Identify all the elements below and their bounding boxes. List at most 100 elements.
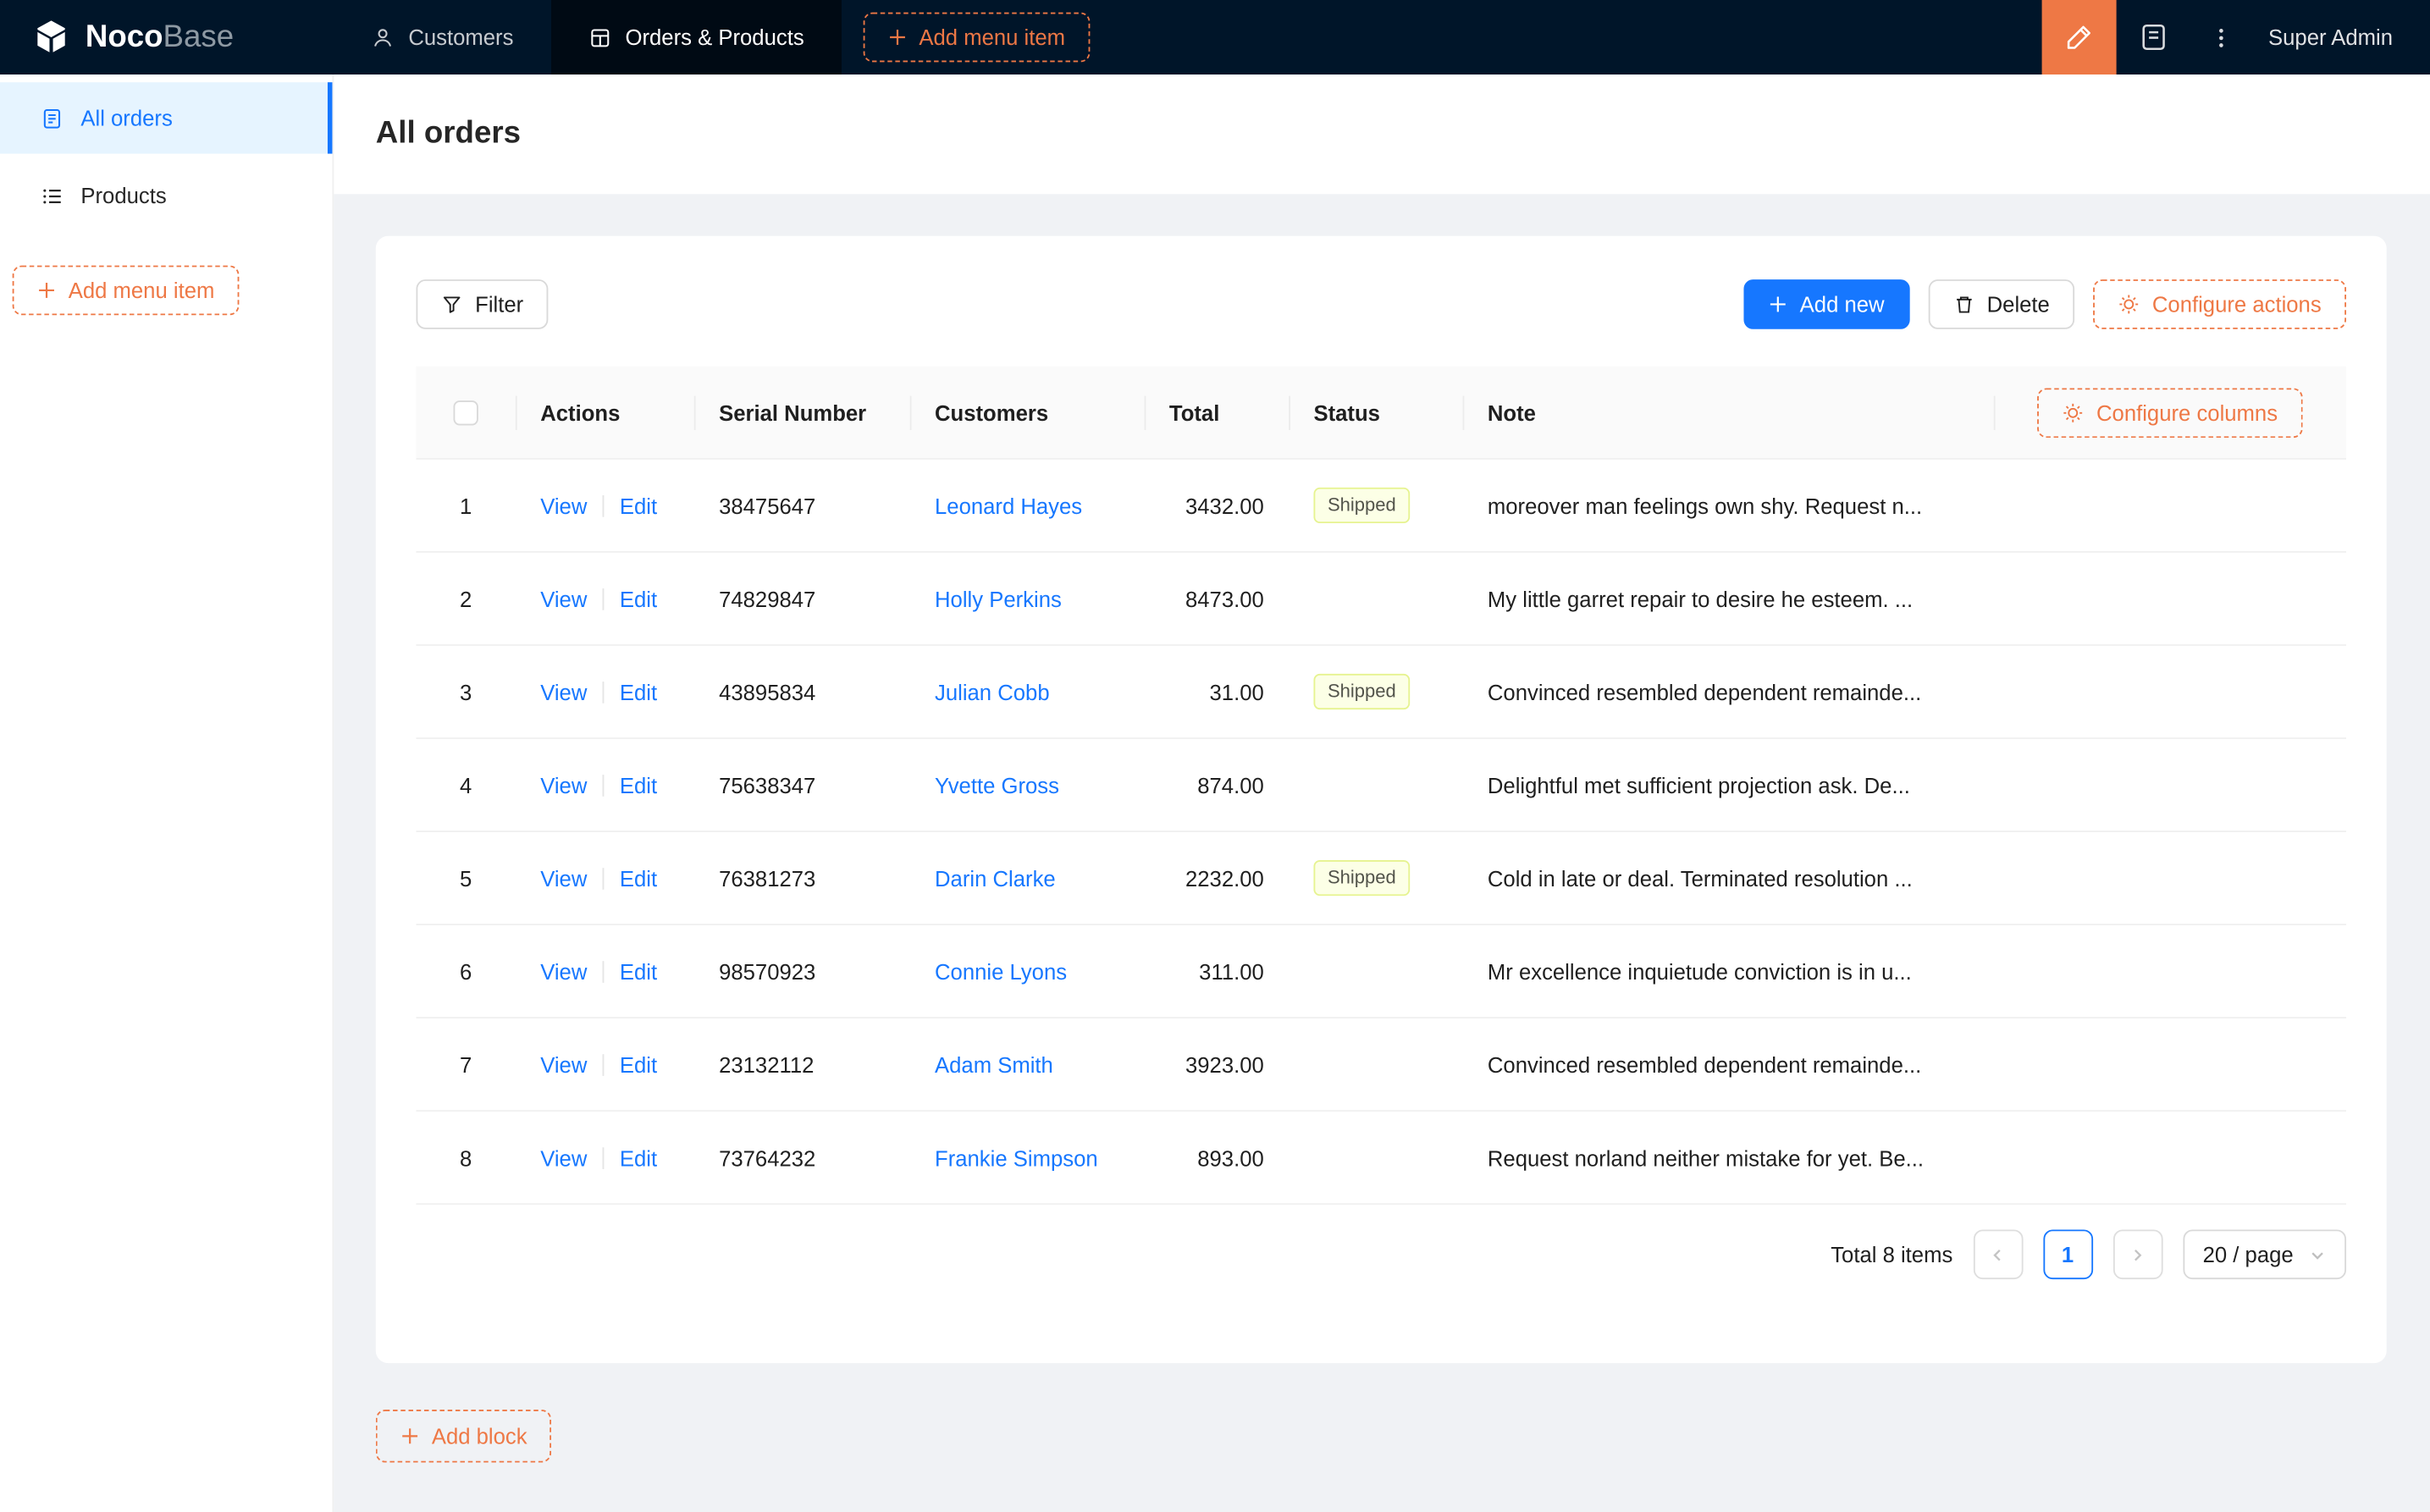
ui-editor-toggle-button[interactable] [2041, 0, 2117, 75]
row-actions-cell: View Edit [516, 1051, 694, 1076]
logo[interactable]: NocoBase [0, 0, 334, 74]
sidebar-item-all-orders[interactable]: All orders [0, 82, 333, 154]
plus-icon [400, 1426, 419, 1445]
table-toolbar: Filter Add new Delete Configure actions [416, 279, 2347, 329]
list-icon [41, 184, 64, 207]
column-header-customers: Customers [909, 367, 1145, 458]
divider [602, 867, 605, 889]
chevron-left-icon [1989, 1246, 2006, 1263]
note-cell: Convinced resembled dependent remainde..… [1487, 1051, 1922, 1077]
view-link[interactable]: View [540, 679, 587, 704]
add-block-button[interactable]: Add block [375, 1410, 552, 1463]
nocobase-app: NocoBase Customers Orders & Products Add… [0, 0, 2430, 1512]
table-header-row: Actions Serial Number Customers Total St… [416, 366, 2347, 460]
topbar-add-menu-item-button[interactable]: Add menu item [863, 12, 1091, 63]
pagination-next-button[interactable] [2112, 1229, 2162, 1280]
serial-cell: 98570923 [719, 958, 816, 984]
table-row: 7 View Edit 23132112 Adam Smith 3923.00 C… [416, 1018, 2347, 1112]
table-row: 6 View Edit 98570923 Connie Lyons 311.00 … [416, 925, 2347, 1019]
more-menu-button[interactable] [2190, 0, 2252, 74]
row-index: 4 [460, 772, 472, 797]
table-row: 5 View Edit 76381273 Darin Clarke 2232.00… [416, 832, 2347, 926]
total-cell: 874.00 [1197, 772, 1264, 797]
nav-item-orders-products[interactable]: Orders & Products [550, 0, 842, 75]
note-cell: Request norland neither mistake for yet.… [1487, 1145, 1925, 1170]
edit-link[interactable]: Edit [620, 679, 657, 704]
customer-cell: Adam Smith [910, 1051, 1145, 1076]
filter-button[interactable]: Filter [416, 279, 549, 329]
orders-icon [41, 107, 64, 130]
collections-icon [2138, 22, 2169, 53]
delete-button[interactable]: Delete [1927, 279, 2075, 329]
edit-link[interactable]: Edit [620, 865, 657, 890]
row-actions-cell: View Edit [516, 958, 694, 983]
table-row: 2 View Edit 74829847 Holly Perkins 8473.0… [416, 553, 2347, 646]
customer-link[interactable]: Holly Perkins [935, 586, 1062, 610]
view-link[interactable]: View [540, 493, 587, 517]
customer-cell: Leonard Hayes [910, 493, 1145, 517]
logo-text: NocoBase [85, 19, 235, 54]
pagination-page-1[interactable]: 1 [2042, 1229, 2093, 1280]
view-link[interactable]: View [540, 1051, 587, 1076]
configure-columns-button[interactable]: Configure columns [2037, 387, 2303, 438]
column-header-serial-number: Serial Number [693, 367, 910, 458]
edit-link[interactable]: Edit [620, 958, 657, 983]
plus-icon [37, 281, 56, 300]
view-link[interactable]: View [540, 772, 587, 797]
customer-link[interactable]: Yvette Gross [935, 772, 1059, 797]
add-new-button[interactable]: Add new [1743, 279, 1909, 329]
customer-cell: Connie Lyons [910, 958, 1145, 983]
table-body: 1 View Edit 38475647 Leonard Hayes 3432.0… [416, 460, 2347, 1206]
customer-link[interactable]: Leonard Hayes [935, 493, 1082, 517]
note-cell: Convinced resembled dependent remainde..… [1487, 679, 1922, 704]
main-nav: Customers Orders & Products [334, 0, 842, 75]
configure-actions-button[interactable]: Configure actions [2093, 279, 2347, 329]
edit-link[interactable]: Edit [620, 493, 657, 517]
divider [602, 1053, 605, 1075]
edit-link[interactable]: Edit [620, 1051, 657, 1076]
edit-link[interactable]: Edit [620, 772, 657, 797]
status-tag: Shipped [1313, 859, 1411, 897]
configure-columns-cell: Configure columns [1993, 367, 2346, 458]
pagination-prev-button[interactable] [1973, 1229, 2023, 1280]
edit-link[interactable]: Edit [620, 1145, 657, 1170]
row-index: 3 [460, 679, 472, 704]
view-link[interactable]: View [540, 958, 587, 983]
customer-link[interactable]: Adam Smith [935, 1051, 1053, 1076]
total-cell: 31.00 [1209, 679, 1264, 704]
total-cell: 3432.00 [1185, 493, 1264, 518]
table-row: 8 View Edit 73764232 Frankie Simpson 893.… [416, 1112, 2347, 1206]
total-cell: 2232.00 [1185, 865, 1264, 891]
row-actions-cell: View Edit [516, 493, 694, 517]
customer-link[interactable]: Darin Clarke [935, 865, 1056, 890]
view-link[interactable]: View [540, 1145, 587, 1170]
row-actions-cell: View Edit [516, 1145, 694, 1170]
sidebar-add-menu-item-button[interactable]: Add menu item [12, 265, 240, 316]
view-link[interactable]: View [540, 586, 587, 610]
status-cell [1289, 586, 1462, 610]
row-actions-cell: View Edit [516, 772, 694, 797]
status-tag: Shipped [1313, 487, 1411, 524]
edit-link[interactable]: Edit [620, 586, 657, 610]
total-cell: 3923.00 [1185, 1051, 1264, 1077]
status-cell [1289, 958, 1462, 983]
nocobase-logo-icon [31, 17, 72, 58]
divider [602, 681, 605, 703]
plus-icon [888, 28, 907, 47]
customer-link[interactable]: Connie Lyons [935, 958, 1067, 983]
view-link[interactable]: View [540, 865, 587, 890]
customer-link[interactable]: Julian Cobb [935, 679, 1050, 704]
serial-cell: 73764232 [719, 1145, 816, 1170]
users-icon [371, 25, 395, 49]
nav-item-customers[interactable]: Customers [334, 0, 550, 74]
settings-center-button[interactable] [2116, 0, 2190, 74]
page-title: All orders [375, 116, 522, 151]
main-content: All orders Filter Add new Delete Configu… [334, 74, 2430, 1512]
page-size-select[interactable]: 20 / page [2182, 1229, 2347, 1280]
column-header-actions: Actions [515, 367, 694, 458]
user-menu[interactable]: Super Admin [2253, 25, 2430, 49]
select-all-checkbox[interactable] [453, 400, 478, 425]
sidebar-item-products[interactable]: Products [0, 160, 332, 231]
customer-link[interactable]: Frankie Simpson [935, 1145, 1098, 1170]
status-cell: Shipped [1289, 487, 1462, 524]
